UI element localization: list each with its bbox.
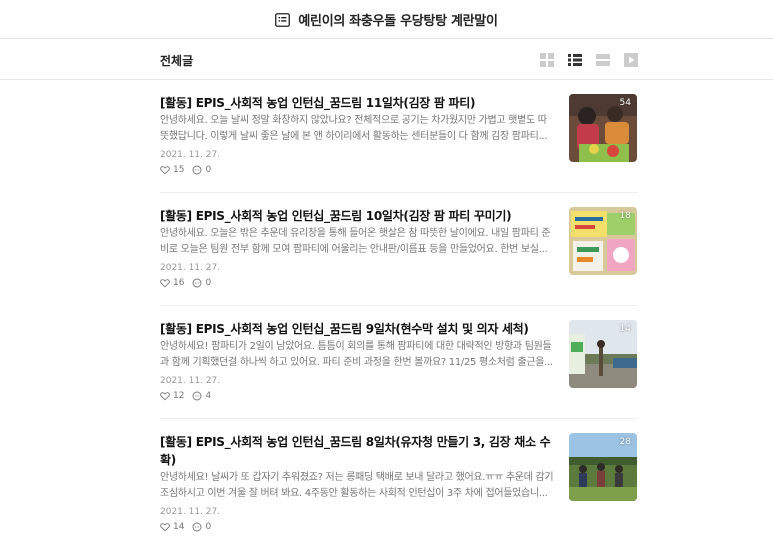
post-excerpt: 안녕하세요! 팜파티가 2일이 남았어요. 틈틈이 회의를 통해 팜파티에 대한… [160, 341, 553, 368]
post-date: 2021. 11. 27. [160, 263, 221, 273]
blog-header: 예린이의 좌충우돌 우당탕탕 계란말이 [0, 0, 773, 39]
post-thumbnail[interactable]: 18 [569, 207, 637, 275]
comment-count: 0 [205, 165, 212, 175]
comment-icon[interactable] [192, 391, 202, 401]
blog-list-icon [275, 12, 291, 27]
post-stats: 15 0 [160, 165, 211, 175]
post-title[interactable]: [활동] EPIS_사회적 농업 인턴십_꿈드림 10일차(김장 팜 파티 꾸미… [160, 207, 552, 225]
post-stats: 12 4 [160, 391, 211, 401]
heart-icon[interactable] [160, 278, 170, 288]
photo-count: 28 [619, 437, 631, 447]
video-view-icon[interactable] [623, 52, 639, 68]
post-date: 2021. 11. 27. [160, 376, 221, 386]
photo-count: 14 [619, 324, 631, 334]
heart-icon[interactable] [160, 391, 170, 401]
post-item[interactable]: [활동] EPIS_사회적 농업 인턴십_꿈드림 8일차(유자청 만들기 3, … [160, 419, 637, 532]
comment-icon[interactable] [192, 278, 202, 288]
post-thumbnail[interactable]: 54 [569, 94, 637, 162]
category-label: 전체글 [160, 54, 194, 68]
post-item[interactable]: [활동] EPIS_사회적 농업 인턴십_꿈드림 10일차(김장 팜 파티 꾸미… [160, 193, 637, 306]
post-stats: 14 0 [160, 522, 211, 532]
post-thumbnail[interactable]: 28 [569, 433, 637, 501]
like-count: 15 [173, 165, 185, 175]
post-stats: 16 0 [160, 278, 211, 288]
like-count: 16 [173, 278, 185, 288]
post-thumbnail[interactable]: 14 [569, 320, 637, 388]
post-item[interactable]: [활동] EPIS_사회적 농업 인턴십_꿈드림 11일차(김장 팜 파티) 안… [160, 80, 637, 193]
grid-view-icon[interactable] [539, 52, 555, 68]
post-excerpt: 안녕하세요. 오늘은 밖은 추운데 유리창을 통해 들어온 햇살은 참 따뜻한 … [160, 228, 551, 255]
list-view-icon[interactable] [567, 52, 583, 68]
post-title[interactable]: [활동] EPIS_사회적 농업 인턴십_꿈드림 9일차(현수막 설치 및 의자… [160, 320, 552, 338]
comment-count: 4 [205, 391, 212, 401]
like-count: 12 [173, 391, 185, 401]
comment-count: 0 [205, 522, 212, 532]
post-list: [활동] EPIS_사회적 농업 인턴십_꿈드림 11일차(김장 팜 파티) 안… [160, 80, 637, 532]
post-date: 2021. 11. 27. [160, 150, 221, 160]
comment-count: 0 [205, 278, 212, 288]
photo-count: 18 [619, 211, 631, 221]
blog-title[interactable]: 예린이의 좌충우돌 우당탕탕 계란말이 [298, 10, 498, 29]
post-title[interactable]: [활동] EPIS_사회적 농업 인턴십_꿈드림 11일차(김장 팜 파티) [160, 94, 552, 112]
comment-icon[interactable] [192, 165, 202, 175]
photo-count: 54 [619, 98, 631, 108]
like-count: 14 [173, 522, 185, 532]
card-view-icon[interactable] [595, 52, 611, 68]
heart-icon[interactable] [160, 522, 170, 532]
heart-icon[interactable] [160, 165, 170, 175]
post-date: 2021. 11. 27. [160, 507, 221, 517]
post-item[interactable]: [활동] EPIS_사회적 농업 인턴십_꿈드림 9일차(현수막 설치 및 의자… [160, 306, 637, 419]
post-excerpt: 안녕하세요! 날씨가 또 갑자기 추워졌죠? 저는 롱패딩 택배로 보내 달라고… [160, 472, 554, 499]
category-bar: 전체글 [0, 40, 773, 80]
post-excerpt: 안녕하세요. 오늘 날씨 정말 화창하지 않았나요? 전체적으로 공기는 차가웠… [160, 115, 548, 142]
view-toggle-group [539, 52, 639, 68]
post-title[interactable]: [활동] EPIS_사회적 농업 인턴십_꿈드림 8일차(유자청 만들기 3, … [160, 433, 552, 469]
comment-icon[interactable] [192, 522, 202, 532]
